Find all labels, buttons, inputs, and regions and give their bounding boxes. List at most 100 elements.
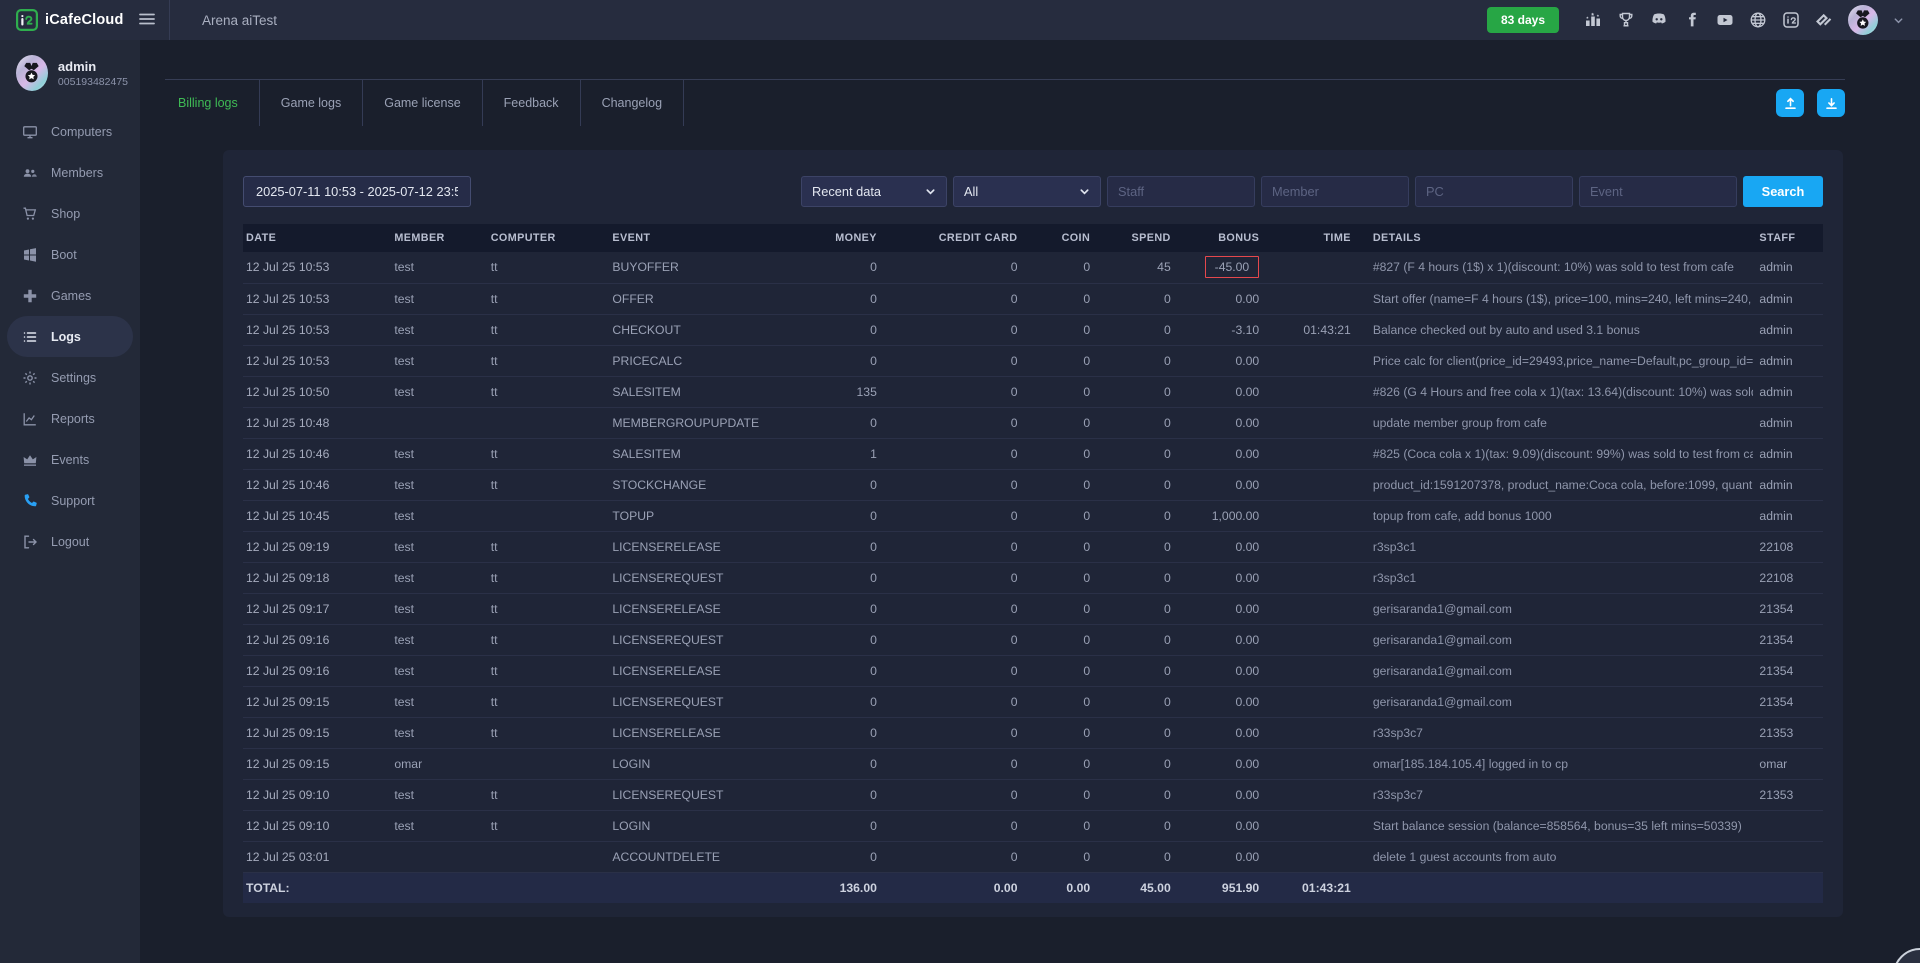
cell-credit_card: 0 (883, 686, 1024, 717)
sidebar-item-logout[interactable]: Logout (0, 521, 140, 562)
cell-credit_card: 0 (883, 376, 1024, 407)
main-content: Billing logsGame logsGame licenseFeedbac… (140, 40, 1920, 963)
column-header-date: DATE (243, 224, 388, 252)
table-row: 12 Jul 25 09:16testttLICENSEREQUEST00000… (243, 624, 1823, 655)
cell-time (1265, 376, 1357, 407)
cell-bonus: 0.00 (1177, 345, 1265, 376)
cell-details: update member group from cafe (1357, 407, 1754, 438)
tab-game-license[interactable]: Game license (363, 80, 482, 126)
sidebar-item-games[interactable]: Games (0, 275, 140, 316)
users-icon (22, 165, 38, 181)
cell-money: 0 (785, 841, 883, 872)
user-name: admin (58, 58, 128, 76)
sidebar-item-settings[interactable]: Settings (0, 357, 140, 398)
cell-staff: admin (1753, 469, 1823, 500)
brand-name: iCafeCloud (45, 12, 124, 28)
column-header-computer: COMPUTER (485, 224, 607, 252)
cell-staff: admin (1753, 314, 1823, 345)
chart-icon (22, 411, 38, 427)
event-input[interactable] (1579, 176, 1737, 207)
hamburger-menu-icon[interactable] (137, 9, 159, 31)
cell-coin: 0 (1023, 345, 1096, 376)
sidebar-item-reports[interactable]: Reports (0, 398, 140, 439)
billing-logs-card: Recent data All Search DATEMEMBERCOMPUTE… (223, 150, 1843, 917)
tab-billing-logs[interactable]: Billing logs (165, 80, 260, 126)
leaderboard-icon[interactable] (1584, 11, 1602, 29)
sidebar-item-computers[interactable]: Computers (0, 111, 140, 152)
cell-details: #826 (G 4 Hours and free cola x 1)(tax: … (1357, 376, 1754, 407)
column-header-member: MEMBER (388, 224, 484, 252)
cell-event: BUYOFFER (606, 252, 785, 283)
upload-icon (1783, 96, 1798, 111)
cell-member (388, 407, 484, 438)
tab-changelog[interactable]: Changelog (581, 80, 684, 126)
cell-details: product_id:1591207378, product_name:Coca… (1357, 469, 1754, 500)
sidebar-item-label: Boot (51, 248, 77, 262)
cell-event: LICENSEREQUEST (606, 562, 785, 593)
event-type-select[interactable]: All (953, 176, 1101, 207)
tab-feedback[interactable]: Feedback (483, 80, 581, 126)
cell-spend: 0 (1096, 655, 1177, 686)
cell-staff: 21354 (1753, 624, 1823, 655)
cell-money: 0 (785, 562, 883, 593)
sidebar-item-label: Shop (51, 207, 80, 221)
total-time: 01:43:21 (1265, 872, 1357, 903)
sidebar-item-logs[interactable]: Logs (7, 316, 133, 357)
cell-date: 12 Jul 25 10:48 (243, 407, 388, 438)
collapse-panel-button[interactable] (1893, 948, 1920, 963)
cell-time (1265, 469, 1357, 500)
youtube-icon[interactable] (1716, 11, 1734, 29)
user-avatar[interactable] (16, 55, 48, 91)
cell-details: r33sp3c7 (1357, 717, 1754, 748)
cell-spend: 0 (1096, 686, 1177, 717)
download-button[interactable] (1817, 89, 1845, 117)
cell-time (1265, 686, 1357, 717)
cell-staff: 21354 (1753, 593, 1823, 624)
cell-credit_card: 0 (883, 841, 1024, 872)
cell-computer: tt (485, 345, 607, 376)
cell-coin: 0 (1023, 655, 1096, 686)
cell-spend: 0 (1096, 562, 1177, 593)
discord-icon[interactable] (1650, 11, 1668, 29)
globe-icon[interactable] (1749, 11, 1767, 29)
cell-computer: tt (485, 376, 607, 407)
sidebar-item-members[interactable]: Members (0, 152, 140, 193)
cell-credit_card: 0 (883, 624, 1024, 655)
sidebar-item-shop[interactable]: Shop (0, 193, 140, 234)
icafecloud-icon[interactable] (1782, 11, 1800, 29)
user-block: admin 005193482475 (0, 40, 140, 103)
trophy-icon[interactable] (1617, 11, 1635, 29)
cell-computer: tt (485, 686, 607, 717)
cell-computer (485, 500, 607, 531)
recent-data-select[interactable]: Recent data (801, 176, 947, 207)
cell-bonus: 0.00 (1177, 841, 1265, 872)
sidebar-item-boot[interactable]: Boot (0, 234, 140, 275)
avatar[interactable] (1848, 5, 1878, 35)
date-range-input[interactable] (243, 176, 471, 207)
pc-input[interactable] (1415, 176, 1573, 207)
cell-staff: 21354 (1753, 686, 1823, 717)
cell-details: gerisaranda1@gmail.com (1357, 624, 1754, 655)
search-button[interactable]: Search (1743, 176, 1823, 207)
cell-credit_card: 0 (883, 469, 1024, 500)
layers-icon[interactable] (1815, 11, 1833, 29)
tab-game-logs[interactable]: Game logs (260, 80, 363, 126)
table-body: 12 Jul 25 10:53testttBUYOFFER00045-45.00… (243, 252, 1823, 872)
cell-computer: tt (485, 314, 607, 345)
sidebar-nav: Computers Members Shop Boot GamesLogsSetting… (0, 111, 140, 562)
staff-input[interactable] (1107, 176, 1255, 207)
cell-details: gerisaranda1@gmail.com (1357, 686, 1754, 717)
license-days-badge[interactable]: 83 days (1487, 7, 1559, 33)
sidebar-item-events[interactable]: Events (0, 439, 140, 480)
sidebar-item-support[interactable]: Support (0, 480, 140, 521)
phone-icon (22, 493, 38, 509)
upload-button[interactable] (1776, 89, 1804, 117)
cell-staff: 21353 (1753, 779, 1823, 810)
facebook-icon[interactable] (1683, 11, 1701, 29)
cell-date: 12 Jul 25 09:10 (243, 779, 388, 810)
cell-spend: 0 (1096, 376, 1177, 407)
cell-member: test (388, 624, 484, 655)
sidebar-item-label: Computers (51, 125, 112, 139)
chevron-down-icon[interactable] (1893, 15, 1904, 26)
member-input[interactable] (1261, 176, 1409, 207)
